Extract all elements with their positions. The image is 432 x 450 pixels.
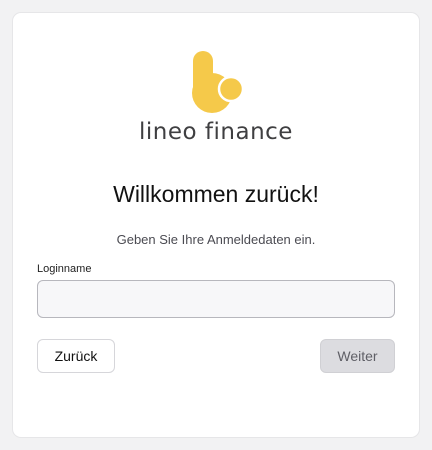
loginname-field[interactable] bbox=[37, 280, 395, 318]
page-subtitle: Geben Sie Ihre Anmeldedaten ein. bbox=[116, 232, 316, 247]
back-button[interactable]: Zurück bbox=[37, 339, 115, 373]
next-button[interactable]: Weiter bbox=[320, 339, 395, 373]
lineo-logo-icon bbox=[192, 51, 245, 113]
page-title: Willkommen zurück! bbox=[113, 181, 319, 207]
loginname-label: Loginname bbox=[37, 263, 92, 275]
brand-name: lineo finance bbox=[139, 119, 293, 145]
login-card: lineo finance Willkommen zurück! Geben S… bbox=[13, 13, 419, 437]
brand-logo: lineo finance bbox=[13, 49, 419, 159]
